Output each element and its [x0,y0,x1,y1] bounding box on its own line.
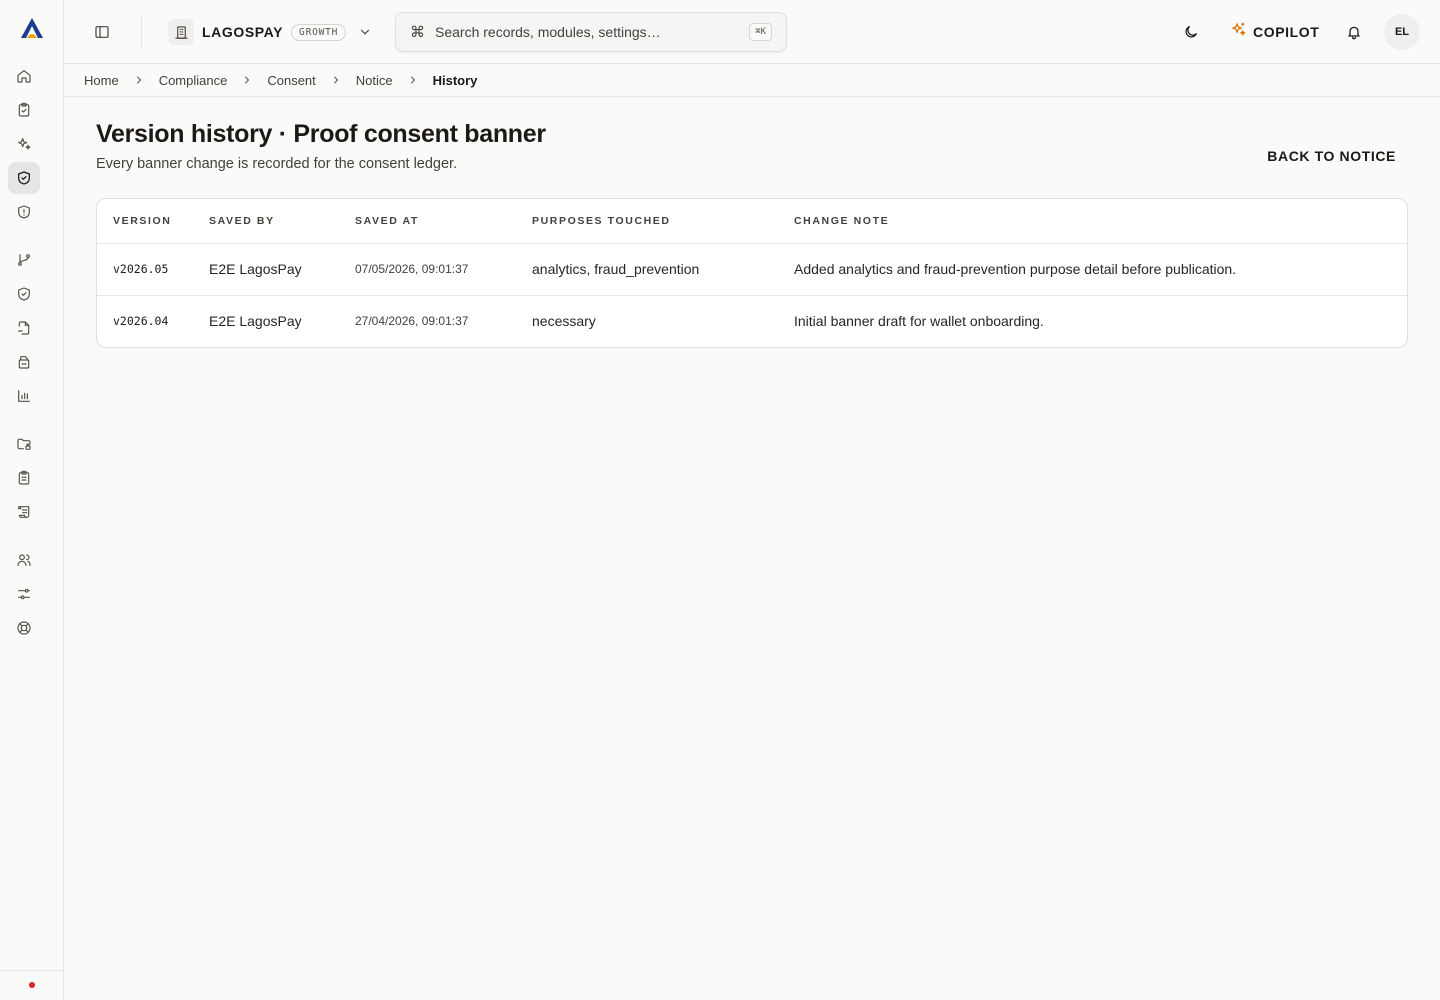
shield-icon[interactable] [8,278,40,310]
search-input[interactable] [435,24,740,40]
breadcrumb-home[interactable]: Home [84,73,119,88]
sparkles-icon[interactable] [8,128,40,160]
clipboard-check-icon[interactable] [8,94,40,126]
top-bar: LAGOSPAY GROWTH ⌘ ⌘K COPILOT EL [64,0,1440,64]
file-stack-icon[interactable] [8,346,40,378]
users-icon[interactable] [8,544,40,576]
change-note-cell: Added analytics and fraud-prevention pur… [778,243,1407,296]
breadcrumb-notice[interactable]: Notice [356,73,393,88]
brand-logo-icon[interactable] [16,14,48,42]
purposes-cell: necessary [532,313,596,330]
bar-chart-icon[interactable] [8,380,40,412]
org-switcher[interactable]: LAGOSPAY GROWTH [168,18,372,46]
saved-by-cell: E2E LagosPay [209,313,302,330]
avatar[interactable]: EL [1384,14,1420,50]
divider [141,16,142,48]
icon-rail [0,0,64,1000]
chevron-right-icon [241,74,253,86]
clipboard-list-icon[interactable] [8,462,40,494]
lifebuoy-icon[interactable] [8,612,40,644]
saved-at-cell: 07/05/2026, 09:01:37 [339,243,516,296]
org-name: LAGOSPAY [202,24,284,40]
saved-by-cell: E2E LagosPay [193,243,339,296]
home-icon[interactable] [8,60,40,92]
version-cell: v2026.05 [97,243,193,296]
breadcrumb-history: History [432,72,478,88]
command-icon: ⌘ [410,24,425,41]
copilot-button[interactable]: COPILOT [1230,18,1319,46]
breadcrumb-compliance[interactable]: Compliance [159,73,228,88]
git-branch-icon[interactable] [8,244,40,276]
table-row[interactable]: v2026.04 E2E LagosPay 27/04/2026, 09:01:… [97,295,1407,347]
folder-lock-icon[interactable] [8,428,40,460]
building-icon [168,19,194,45]
chevron-right-icon [133,74,145,86]
version-history-table: VERSION SAVED BY SAVED AT PURPOSES TOUCH… [96,198,1408,348]
scroll-icon[interactable] [8,496,40,528]
shield-check-icon[interactable] [8,162,40,194]
status-dot-icon [29,982,35,988]
purposes-cell: analytics, fraud_prevention [516,243,778,296]
page-subtitle: Every banner change is recorded for the … [96,156,458,172]
page-title: Version history · Proof consent banner [96,120,546,148]
rail-footer [0,970,63,1000]
chevron-down-icon [358,25,372,39]
breadcrumb-consent[interactable]: Consent [267,73,315,88]
table-row[interactable]: v2026.05 E2E LagosPay 07/05/2026, 09:01:… [97,243,1407,296]
sparkles-icon [1230,21,1247,43]
breadcrumb: Home Compliance Consent Notice History [64,64,1440,97]
sidebar-toggle-icon[interactable] [90,20,114,44]
back-to-notice-button[interactable]: BACK TO NOTICE [1267,148,1396,164]
plan-badge: GROWTH [291,23,347,41]
moon-icon[interactable] [1179,20,1203,44]
bell-icon[interactable] [1342,20,1366,44]
column-header-version: VERSION [97,199,193,244]
sliders-icon[interactable] [8,578,40,610]
chevron-right-icon [407,74,419,86]
search-shortcut-badge: ⌘K [749,23,772,41]
column-header-saved-by: SAVED BY [193,199,339,244]
column-header-saved-at: SAVED AT [339,199,516,244]
global-search[interactable]: ⌘ ⌘K [395,12,787,52]
version-cell: v2026.04 [113,314,169,329]
file-signature-icon[interactable] [8,312,40,344]
table-header-row: VERSION SAVED BY SAVED AT PURPOSES TOUCH… [97,199,1407,244]
shield-alert-icon[interactable] [8,196,40,228]
column-header-purposes: PURPOSES TOUCHED [516,199,778,244]
saved-at-cell: 27/04/2026, 09:01:37 [355,314,469,329]
copilot-label: COPILOT [1253,24,1320,40]
change-note-cell: Initial banner draft for wallet onboardi… [794,313,1044,330]
chevron-right-icon [330,74,342,86]
column-header-change-note: CHANGE NOTE [778,199,1407,244]
